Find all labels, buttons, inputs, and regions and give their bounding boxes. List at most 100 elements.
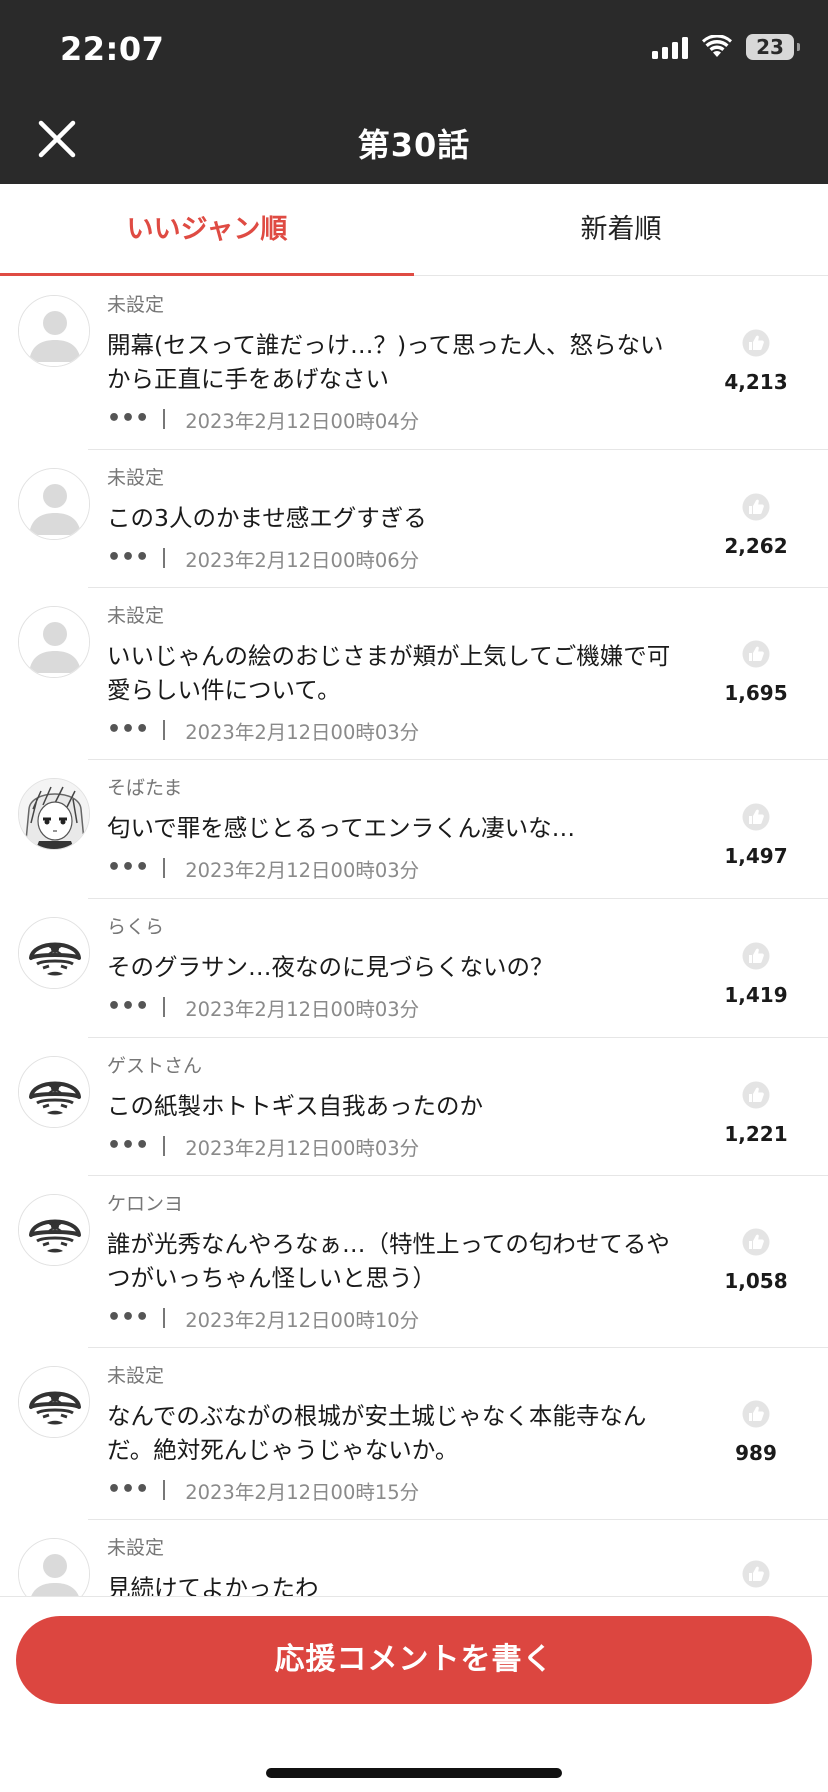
- like-button[interactable]: 1,058: [712, 1228, 800, 1293]
- comment-text: 匂いで罪を感じとるってエンラくん凄いな…: [107, 814, 576, 842]
- more-options-icon[interactable]: •••: [107, 547, 149, 569]
- comment-meta: ••• 2023年2月12日00時04分: [107, 405, 672, 433]
- thumbs-up-icon: [712, 1081, 800, 1109]
- comment-meta: ••• 2023年2月12日00時15分: [107, 1476, 672, 1504]
- comment-text: 見続けてよかったわ: [107, 1574, 319, 1596]
- like-count: 1,419: [724, 983, 788, 1007]
- thumbs-up-icon: [712, 803, 800, 831]
- comment-body: ゲストさんこの紙製ホトトギス自我あったのか ••• 2023年2月12日00時03分: [107, 1054, 672, 1160]
- avatar[interactable]: [18, 917, 90, 989]
- like-count: 989: [735, 1441, 777, 1465]
- more-options-icon[interactable]: •••: [107, 1135, 149, 1157]
- comment-item[interactable]: ケロンヨ誰が光秀なんやろなぁ…（特性上っての匂わせてるやつがいっちゃん怪しいと思…: [18, 1176, 828, 1348]
- like-count: 1,695: [724, 681, 788, 705]
- comment-username: ゲストさん: [107, 1055, 203, 1077]
- avatar[interactable]: [18, 1056, 90, 1128]
- like-button[interactable]: 4,213: [712, 329, 800, 394]
- comment-item[interactable]: そばたま 匂いで罪を感じとるってエンラくん凄いな… ••• 2023年2月12日00時…: [18, 760, 828, 899]
- avatar[interactable]: [18, 1538, 90, 1596]
- comment-body: 未設定 見続けてよかったわ: [107, 1536, 672, 1596]
- meta-divider: [163, 997, 166, 1017]
- home-indicator: [266, 1768, 562, 1778]
- like-button[interactable]: 1,497: [712, 803, 800, 868]
- write-comment-button[interactable]: 応援コメントを書く: [16, 1616, 812, 1704]
- thumbs-up-icon: [712, 493, 800, 521]
- comment-username: ケロンヨ: [107, 1193, 184, 1215]
- more-options-icon[interactable]: •••: [107, 719, 149, 741]
- more-options-icon[interactable]: •••: [107, 408, 149, 430]
- tab-popular[interactable]: いいジャン順: [0, 184, 414, 276]
- avatar[interactable]: [18, 468, 90, 540]
- cellular-signal-icon: [652, 35, 688, 59]
- comment-username: 未設定: [107, 605, 165, 627]
- thumbs-up-icon: [712, 640, 800, 668]
- more-options-icon[interactable]: •••: [107, 1307, 149, 1329]
- comment-date: 2023年2月12日00時03分: [185, 997, 420, 1021]
- comment-meta: ••• 2023年2月12日00時03分: [107, 993, 672, 1021]
- avatar[interactable]: [18, 778, 90, 850]
- comment-item[interactable]: 未設定いいじゃんの絵のおじさまが頬が上気してご機嫌で可愛らしい件について。 •••…: [18, 588, 828, 760]
- comment-date: 2023年2月12日00時03分: [185, 720, 420, 744]
- thumbs-up-icon: [712, 1400, 800, 1428]
- meta-divider: [163, 1480, 166, 1500]
- meta-divider: [163, 720, 166, 740]
- status-icons: 23: [652, 34, 800, 60]
- meta-divider: [163, 548, 166, 568]
- comment-list[interactable]: 未設定 開幕(セスって誰だっけ…？)って思った人、怒らないから正直に手をあげなさい…: [0, 277, 828, 1596]
- tab-newest[interactable]: 新着順: [414, 184, 828, 275]
- comment-item[interactable]: ゲストさんこの紙製ホトトギス自我あったのか ••• 2023年2月12日00時03分…: [18, 1038, 828, 1176]
- avatar[interactable]: [18, 606, 90, 678]
- comment-text: いいじゃんの絵のおじさまが頬が上気してご機嫌で可愛らしい件について。: [107, 642, 671, 704]
- comment-text: この3人のかませ感エグすぎる: [107, 504, 427, 532]
- comment-item[interactable]: 未設定 開幕(セスって誰だっけ…？)って思った人、怒らないから正直に手をあげなさい…: [18, 277, 828, 450]
- like-button[interactable]: 1,221: [712, 1081, 800, 1146]
- avatar[interactable]: [18, 1366, 90, 1438]
- comment-item[interactable]: 未設定 見続けてよかったわ: [18, 1520, 828, 1596]
- meta-divider: [163, 1308, 166, 1328]
- page-title: 第30話: [357, 126, 471, 164]
- comment-text: 誰が光秀なんやろなぁ…（特性上っての匂わせてるやつがいっちゃん怪しいと思う）: [107, 1230, 670, 1292]
- comment-username: 未設定: [107, 467, 165, 489]
- comment-body: 未設定この3人のかませ感エグすぎる ••• 2023年2月12日00時06分: [107, 466, 672, 572]
- comment-item[interactable]: らくら そのグラサン…夜なのに見づらくないの？ ••• 2023年2月12日00時03…: [18, 899, 828, 1038]
- like-button[interactable]: 1,695: [712, 640, 800, 705]
- comment-meta: ••• 2023年2月12日00時06分: [107, 544, 672, 572]
- avatar[interactable]: [18, 1194, 90, 1266]
- comment-date: 2023年2月12日00時03分: [185, 1136, 420, 1160]
- like-button[interactable]: 989: [712, 1400, 800, 1465]
- comment-text: なんでのぶながの根城が安土城じゃなく本能寺なんだ。絶対死んじゃうじゃないか。: [107, 1402, 647, 1464]
- thumbs-up-icon: [712, 329, 800, 357]
- like-count: 1,497: [724, 844, 788, 868]
- comment-username: らくら: [107, 916, 165, 938]
- like-count: 1,058: [724, 1269, 788, 1293]
- like-button[interactable]: [712, 1560, 800, 1588]
- thumbs-up-icon: [712, 1228, 800, 1256]
- nav-bar: 第30話: [0, 100, 828, 184]
- like-button[interactable]: 2,262: [712, 493, 800, 558]
- comment-item[interactable]: 未設定 なんでのぶながの根城が安土城じゃなく本能寺なんだ。絶対死んじゃうじゃないか…: [18, 1348, 828, 1520]
- like-button[interactable]: 1,419: [712, 942, 800, 1007]
- comment-body: ケロンヨ誰が光秀なんやろなぁ…（特性上っての匂わせてるやつがいっちゃん怪しいと思…: [107, 1192, 672, 1332]
- avatar[interactable]: [18, 295, 90, 367]
- bottom-bar: 応援コメントを書く: [0, 1596, 828, 1792]
- comment-item[interactable]: 未設定この3人のかませ感エグすぎる ••• 2023年2月12日00時06分 2,26…: [18, 450, 828, 588]
- like-count: 2,262: [724, 534, 788, 558]
- more-options-icon[interactable]: •••: [107, 857, 149, 879]
- status-bar: 22:07 23: [0, 0, 828, 100]
- wifi-icon: [702, 35, 732, 57]
- meta-divider: [163, 409, 166, 429]
- comment-date: 2023年2月12日00時15分: [185, 1480, 420, 1504]
- thumbs-up-icon: [712, 942, 800, 970]
- more-options-icon[interactable]: •••: [107, 996, 149, 1018]
- comment-username: 未設定: [107, 294, 165, 316]
- more-options-icon[interactable]: •••: [107, 1479, 149, 1501]
- sort-tabs: いいジャン順 新着順: [0, 184, 828, 276]
- comment-date: 2023年2月12日00時06分: [185, 548, 420, 572]
- meta-divider: [163, 858, 166, 878]
- comment-date: 2023年2月12日00時10分: [185, 1308, 420, 1332]
- comment-body: そばたま 匂いで罪を感じとるってエンラくん凄いな… ••• 2023年2月12日00時…: [107, 776, 672, 882]
- comment-meta: ••• 2023年2月12日00時03分: [107, 716, 672, 744]
- meta-divider: [163, 1136, 166, 1156]
- battery-icon: 23: [746, 34, 800, 60]
- comment-text: この紙製ホトトギス自我あったのか: [107, 1092, 483, 1120]
